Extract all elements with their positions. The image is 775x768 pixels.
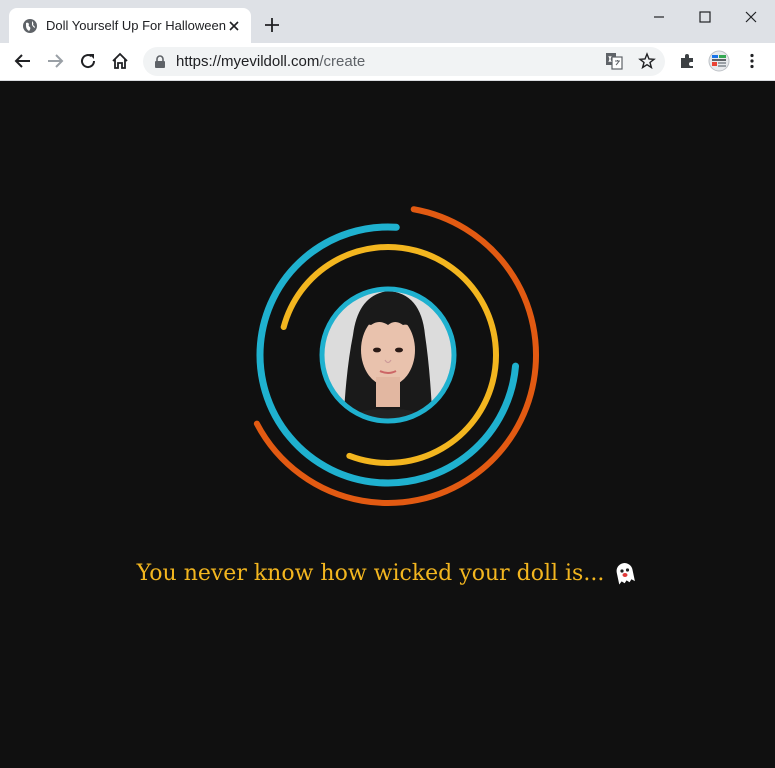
menu-icon[interactable]	[742, 51, 762, 71]
tab-title: Doll Yourself Up For Halloween	[46, 18, 226, 33]
lock-icon[interactable]	[154, 55, 166, 68]
spinner-rings	[237, 205, 539, 506]
tagline-text: You never know how wicked your doll is..…	[136, 561, 605, 586]
profile-icon[interactable]	[708, 50, 730, 72]
tagline: You never know how wicked your doll is..…	[0, 559, 775, 586]
close-window-icon[interactable]	[742, 8, 760, 26]
forward-icon[interactable]	[45, 51, 65, 71]
maximize-icon[interactable]	[696, 8, 714, 26]
home-icon[interactable]	[110, 51, 130, 71]
globe-icon	[23, 19, 37, 33]
browser-toolbar: https://myevildoll.com/create	[0, 43, 775, 81]
url-text: https://myevildoll.com/create	[176, 53, 365, 71]
url-path: /create	[319, 53, 366, 70]
browser-window: Doll Yourself Up For Halloween https://m…	[0, 0, 775, 768]
tab-strip: Doll Yourself Up For Halloween	[0, 0, 775, 43]
star-icon[interactable]	[638, 52, 656, 70]
page-content: You never know how wicked your doll is..…	[0, 81, 775, 768]
plus-icon[interactable]	[262, 15, 282, 35]
back-icon[interactable]	[13, 51, 33, 71]
minimize-icon[interactable]	[650, 8, 668, 26]
close-tab-icon[interactable]	[225, 17, 243, 35]
url-host: https://myevildoll.com	[176, 53, 320, 70]
avatar	[319, 286, 457, 424]
translate-icon[interactable]	[605, 52, 623, 70]
extensions-icon[interactable]	[677, 51, 697, 71]
address-bar[interactable]: https://myevildoll.com/create	[143, 47, 665, 76]
ghost-icon	[616, 563, 636, 585]
reload-icon[interactable]	[78, 51, 98, 71]
browser-tab[interactable]: Doll Yourself Up For Halloween	[9, 8, 251, 43]
